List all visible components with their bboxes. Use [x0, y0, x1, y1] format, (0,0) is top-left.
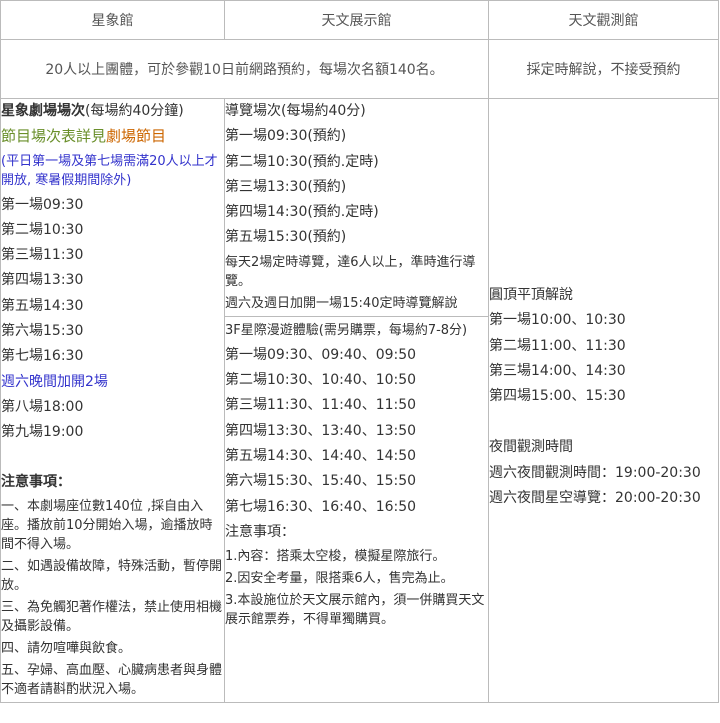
planetarium-title-line: 星象劇場場次(每場約40分鐘) — [1, 99, 224, 124]
ride-session: 第二場10:30、10:40、10:50 — [225, 372, 417, 389]
detail-row: 星象劇場場次(每場約40分鐘) 節目場次表詳見劇場節目 (平日第一場及第七場需滿… — [0, 98, 719, 703]
ride-title: 3F星際漫遊體驗(需另購票，每場約7-8分) — [225, 322, 468, 338]
ride-notice: 2.因安全考量，限搭乘6人，售完為止。 — [225, 571, 454, 587]
ride-session: 第三場11:30、11:40、11:50 — [225, 397, 417, 414]
tour-session: 第二場10:30(預約.定時) — [225, 153, 379, 170]
reservation-info: 20人以上團體，可於參觀10日前網路預約，每場次名額140名。 — [0, 39, 489, 99]
observatory-reservation-info: 採定時解說，不接受預約 — [488, 39, 719, 99]
planetarium-notice: 一、本劇場座位數140位 ,採自由入座。播放前10分開始入場，逾播放時間不得入場… — [1, 498, 213, 552]
header-planetarium: 星象館 — [0, 0, 225, 40]
planetarium-title: 星象劇場場次 — [1, 103, 85, 119]
theater-program-link[interactable]: 劇場節目 — [106, 127, 166, 145]
ride-session: 第一場09:30、09:40、09:50 — [225, 346, 417, 363]
tour-title-line: 導覽場次(每場約40分) — [225, 99, 488, 124]
schedule-prefix: 節目場次表詳見 — [1, 127, 107, 146]
tour-session: 第五場15:30(預約) — [225, 229, 347, 246]
dome-session: 第一場10:00、10:30 — [489, 312, 626, 329]
dome-title: 圓頂平頂解說 — [489, 287, 573, 303]
evening-session: 第八場18:00 — [1, 398, 84, 415]
planetarium-notice: 三、為免觸犯著作權法，禁止使用相機及攝影設備。 — [1, 599, 223, 634]
ride-notice-title: 注意事項： — [225, 523, 295, 540]
ride-session: 第七場16:30、16:40、16:50 — [225, 498, 417, 515]
planetarium-session: 第五場14:30 — [1, 297, 84, 314]
ride-session: 第六場15:30、15:40、15:50 — [225, 473, 417, 490]
night-item: 週六夜間星空導覽：20:00-20:30 — [489, 490, 701, 507]
tour-weekend-note: 週六及週日加開一場15:40定時導覽解說 — [225, 295, 458, 311]
ride-notice: 1.內容：搭乘太空梭，模擬星際旅行。 — [225, 549, 446, 565]
evening-session: 第九場19:00 — [1, 424, 84, 441]
dome-session: 第四場15:00、15:30 — [489, 388, 626, 405]
exhibition-cell: 導覽場次(每場約40分) 第一場09:30(預約) 第二場10:30(預約.定時… — [224, 98, 489, 703]
dome-session: 第二場11:00、11:30 — [489, 337, 626, 354]
planetarium-notice: 五、孕婦、高血壓、心臟病患者與身體不適者請斟酌狀況入場。 — [1, 662, 223, 697]
header-exhibition: 天文展示館 — [224, 0, 489, 40]
planetarium-cell: 星象劇場場次(每場約40分鐘) 節目場次表詳見劇場節目 (平日第一場及第七場需滿… — [0, 98, 225, 703]
dome-session: 第三場14:00、14:30 — [489, 362, 626, 379]
tour-duration: (每場約40分) — [281, 103, 366, 119]
planetarium-session: 第六場15:30 — [1, 323, 84, 340]
planetarium-session: 第三場11:30 — [1, 247, 84, 264]
reservation-row: 20人以上團體，可於參觀10日前網路預約，每場次名額140名。 採定時解說，不接… — [0, 39, 719, 99]
night-item: 週六夜間觀測時間：19:00-20:30 — [489, 464, 701, 481]
planetarium-notice: 二、如遇設備故障，特殊活動，暫停開放。 — [1, 558, 223, 593]
planetarium-notice: 四、請勿喧嘩與飲食。 — [1, 640, 132, 656]
night-title: 夜間觀測時間 — [489, 439, 573, 456]
saturday-extra-note: 週六晚間加開2場 — [1, 373, 108, 390]
planetarium-session: 第四場13:30 — [1, 272, 84, 289]
planetarium-session: 第一場09:30 — [1, 196, 84, 213]
tour-title: 導覽場次 — [225, 103, 281, 119]
tour-session: 第三場13:30(預約) — [225, 178, 347, 195]
planetarium-notice-title: 注意事項： — [1, 473, 71, 490]
ride-section: 3F星際漫遊體驗(需另購票，每場約7-8分) 第一場09:30、09:40、09… — [225, 315, 488, 629]
planetarium-session: 第七場16:30 — [1, 348, 84, 365]
tour-session: 第四場14:30(預約.定時) — [225, 204, 379, 221]
planetarium-session: 第二場10:30 — [1, 221, 84, 238]
ride-notice: 3.本設施位於天文展示館內，須一併購買天文展示館票券，不得單獨購買。 — [225, 593, 485, 628]
schedule-table: 星象館 天文展示館 天文觀測館 20人以上團體，可於參觀10日前網路預約，每場次… — [0, 0, 719, 703]
tour-session: 第一場09:30(預約) — [225, 128, 347, 145]
tour-note: 每天2場定時導覽，達6人以上，準時進行導覽。 — [225, 254, 476, 289]
schedule-line: 節目場次表詳見劇場節目 — [1, 124, 224, 149]
ride-session: 第五場14:30、14:40、14:50 — [225, 447, 417, 464]
header-observatory: 天文觀測館 — [488, 0, 719, 40]
ride-session: 第四場13:30、13:40、13:50 — [225, 422, 417, 439]
header-row: 星象館 天文展示館 天文觀測館 — [0, 0, 719, 40]
planetarium-duration: (每場約40分鐘) — [85, 103, 184, 119]
weekday-note: (平日第一場及第七場需滿20人以上才開放, 寒暑假期間除外) — [1, 153, 218, 188]
observatory-cell: 圓頂平頂解說 第一場10:00、10:30 第二場11:00、11:30 第三場… — [488, 98, 719, 703]
